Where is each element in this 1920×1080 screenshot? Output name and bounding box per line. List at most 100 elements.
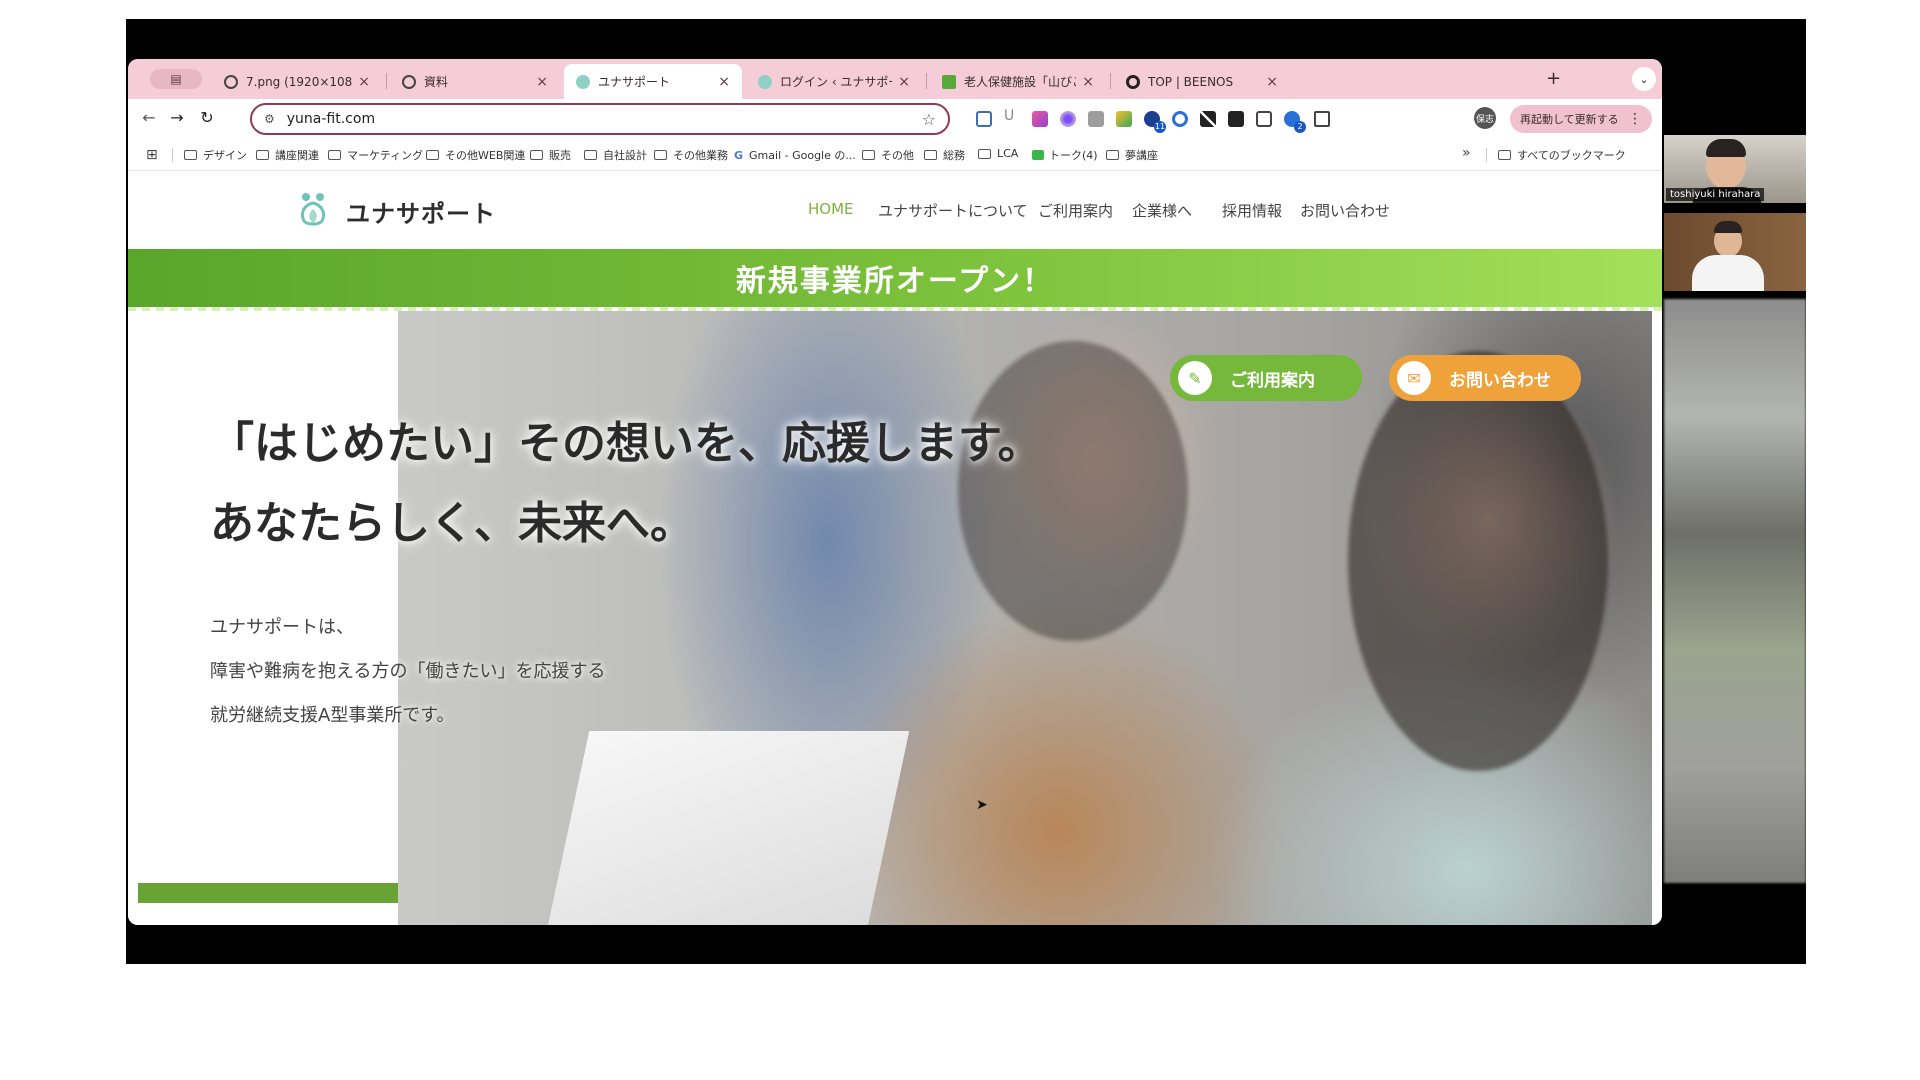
screenshot-icon[interactable] <box>1256 111 1272 127</box>
profile-avatar[interactable]: 保志 <box>1474 107 1496 129</box>
address-bar[interactable]: ⚙ yuna-fit.com ☆ <box>250 103 950 135</box>
kebab-menu-icon[interactable]: ⋮ <box>1628 111 1642 127</box>
participant-name: toshiyuki hirahara <box>1666 188 1765 201</box>
back-button[interactable]: ← <box>138 108 160 127</box>
site-header: ユナサポート HOME ユナサポートについて ご利用案内 企業様へ 採用情報 お… <box>128 171 1662 249</box>
extension-m-icon[interactable] <box>1116 111 1132 127</box>
folder-icon <box>862 150 875 160</box>
bookmark-folder[interactable]: 総務 <box>924 147 965 163</box>
bookmark-folder[interactable]: その他業務 <box>654 147 728 163</box>
nav-companies[interactable]: 企業様へ <box>1132 200 1192 221</box>
bookmark-folder[interactable]: 夢講座 <box>1106 147 1158 163</box>
tab-bar: ▤ 7.png (1920×1080) × 資料 × ユナサポート × ログイン <box>128 59 1662 99</box>
hero-headline-2: あなたらしく、未来へ。 <box>210 498 694 549</box>
extension-f-icon[interactable] <box>1228 111 1244 127</box>
envelope-icon: ✉ <box>1397 361 1431 395</box>
site-favicon-icon <box>576 74 590 89</box>
extension-u-icon[interactable]: U <box>1004 108 1020 124</box>
more-bookmarks-icon[interactable]: » <box>1462 145 1471 161</box>
participant-video[interactable]: toshiyuki hirahara <box>1664 135 1806 203</box>
beenos-logo-icon <box>1126 74 1140 89</box>
photo-shape <box>546 731 910 925</box>
bookmark-folder[interactable]: その他 <box>862 147 914 163</box>
lotus-logo-icon[interactable] <box>296 191 330 227</box>
bookmark-separator <box>1486 148 1487 162</box>
eyedropper-icon[interactable] <box>1200 111 1216 127</box>
close-icon[interactable]: × <box>1082 74 1094 90</box>
bookmark-folder[interactable]: マーケティング <box>328 147 423 163</box>
house-icon <box>942 74 956 89</box>
nav-contact[interactable]: お問い合わせ <box>1300 200 1390 221</box>
bookmark-folder[interactable]: 自社設計 <box>584 147 647 163</box>
folder-icon <box>1498 150 1511 160</box>
tab-nursing-facility[interactable]: 老人保健施設「山びこの郷」 × <box>930 64 1106 99</box>
participant-video[interactable] <box>1664 213 1806 291</box>
folder-icon <box>978 148 991 159</box>
tab-separator <box>1110 73 1111 89</box>
new-tab-button[interactable]: + <box>1546 68 1561 89</box>
extension-badge: 2 <box>1294 121 1306 133</box>
extension-badge: 11 <box>1154 121 1166 133</box>
puzzle-icon[interactable] <box>1314 111 1330 127</box>
bookmark-folder[interactable]: LCA <box>978 147 1018 160</box>
folder-icon <box>184 150 197 160</box>
bookmark-star-icon[interactable]: ☆ <box>922 110 936 129</box>
participant-video-blurred[interactable] <box>1664 299 1806 883</box>
tab-beenos[interactable]: TOP | BEENOS × <box>1114 64 1290 99</box>
participant-body <box>1692 255 1764 291</box>
close-icon[interactable]: × <box>358 74 370 90</box>
close-icon[interactable]: × <box>1266 74 1278 90</box>
tab-search-button[interactable]: ▤ <box>150 69 202 89</box>
close-icon[interactable]: × <box>718 74 730 90</box>
google-icon: G <box>734 148 744 162</box>
apps-grid-icon[interactable]: ⊞ <box>146 147 158 163</box>
browser-window: ▤ 7.png (1920×1080) × 資料 × ユナサポート × ログイン <box>128 59 1662 925</box>
tab-image[interactable]: 7.png (1920×1080) × <box>212 64 382 99</box>
guide-button[interactable]: ✎ ご利用案内 <box>1170 355 1362 401</box>
hero-description-3: 就労継続支援A型事業所です。 <box>210 705 455 726</box>
hero-photo <box>398 311 1652 925</box>
folder-icon <box>654 150 667 160</box>
extension-color-icon[interactable] <box>1032 111 1048 127</box>
extension-s-icon[interactable] <box>976 111 992 127</box>
folder-icon <box>256 150 269 160</box>
bookmark-folder[interactable]: その他WEB関連 <box>426 147 525 163</box>
site-favicon-icon <box>758 74 772 89</box>
plus-icon: + <box>1546 68 1562 89</box>
nav-guide[interactable]: ご利用案内 <box>1038 200 1113 221</box>
nav-recruit[interactable]: 採用情報 <box>1222 200 1282 221</box>
site-logo-text[interactable]: ユナサポート <box>346 194 496 229</box>
close-icon[interactable]: × <box>898 74 910 90</box>
site-info-icon[interactable]: ⚙ <box>264 112 275 126</box>
pencil-icon: ✎ <box>1178 361 1212 395</box>
tab-groups-icon: ▤ <box>170 72 182 86</box>
tab-title: 7.png (1920×1080) <box>246 74 353 89</box>
relaunch-update-button[interactable]: 再起動して更新する ⋮ <box>1510 105 1652 133</box>
announcement-banner[interactable]: 新規事業所オープン！ <box>128 249 1662 307</box>
chat-icon <box>1032 150 1044 160</box>
extension-search-icon[interactable] <box>1172 111 1188 127</box>
extension-cube-icon[interactable] <box>1088 111 1104 127</box>
contact-button[interactable]: ✉ お問い合わせ <box>1389 355 1581 401</box>
reload-button[interactable]: ↻ <box>196 108 218 127</box>
webpage: ユナサポート HOME ユナサポートについて ご利用案内 企業様へ 採用情報 お… <box>128 171 1662 925</box>
bookmarks-bar: ⊞ デザイン 講座関連 マーケティング その他WEB関連 販売 自社設計 その他… <box>128 139 1662 171</box>
nav-about[interactable]: ユナサポートについて <box>878 200 1028 221</box>
tab-wordpress-login[interactable]: ログイン ‹ ユナサポート — WordPress × <box>746 64 922 99</box>
close-icon[interactable]: × <box>536 74 548 90</box>
tab-list-button[interactable]: ⌄ <box>1632 67 1656 91</box>
bookmark-folder[interactable]: 販売 <box>530 147 571 163</box>
nav-home[interactable]: HOME <box>808 200 854 218</box>
all-bookmarks[interactable]: すべてのブックマーク <box>1498 147 1626 163</box>
photo-shape <box>1348 351 1608 771</box>
extension-flower-icon[interactable] <box>1060 111 1076 127</box>
arrow-left-icon: ← <box>142 108 156 127</box>
bookmark-talk[interactable]: トーク(4) <box>1032 147 1098 163</box>
tab-documents[interactable]: 資料 × <box>390 64 560 99</box>
bookmark-folder[interactable]: デザイン <box>184 147 247 163</box>
bookmark-folder[interactable]: 講座関連 <box>256 147 319 163</box>
forward-button[interactable]: → <box>166 108 188 127</box>
folder-icon <box>530 150 543 160</box>
bookmark-gmail[interactable]: G Gmail - Google の... <box>734 147 856 163</box>
tab-yuna-support[interactable]: ユナサポート × <box>564 64 742 99</box>
